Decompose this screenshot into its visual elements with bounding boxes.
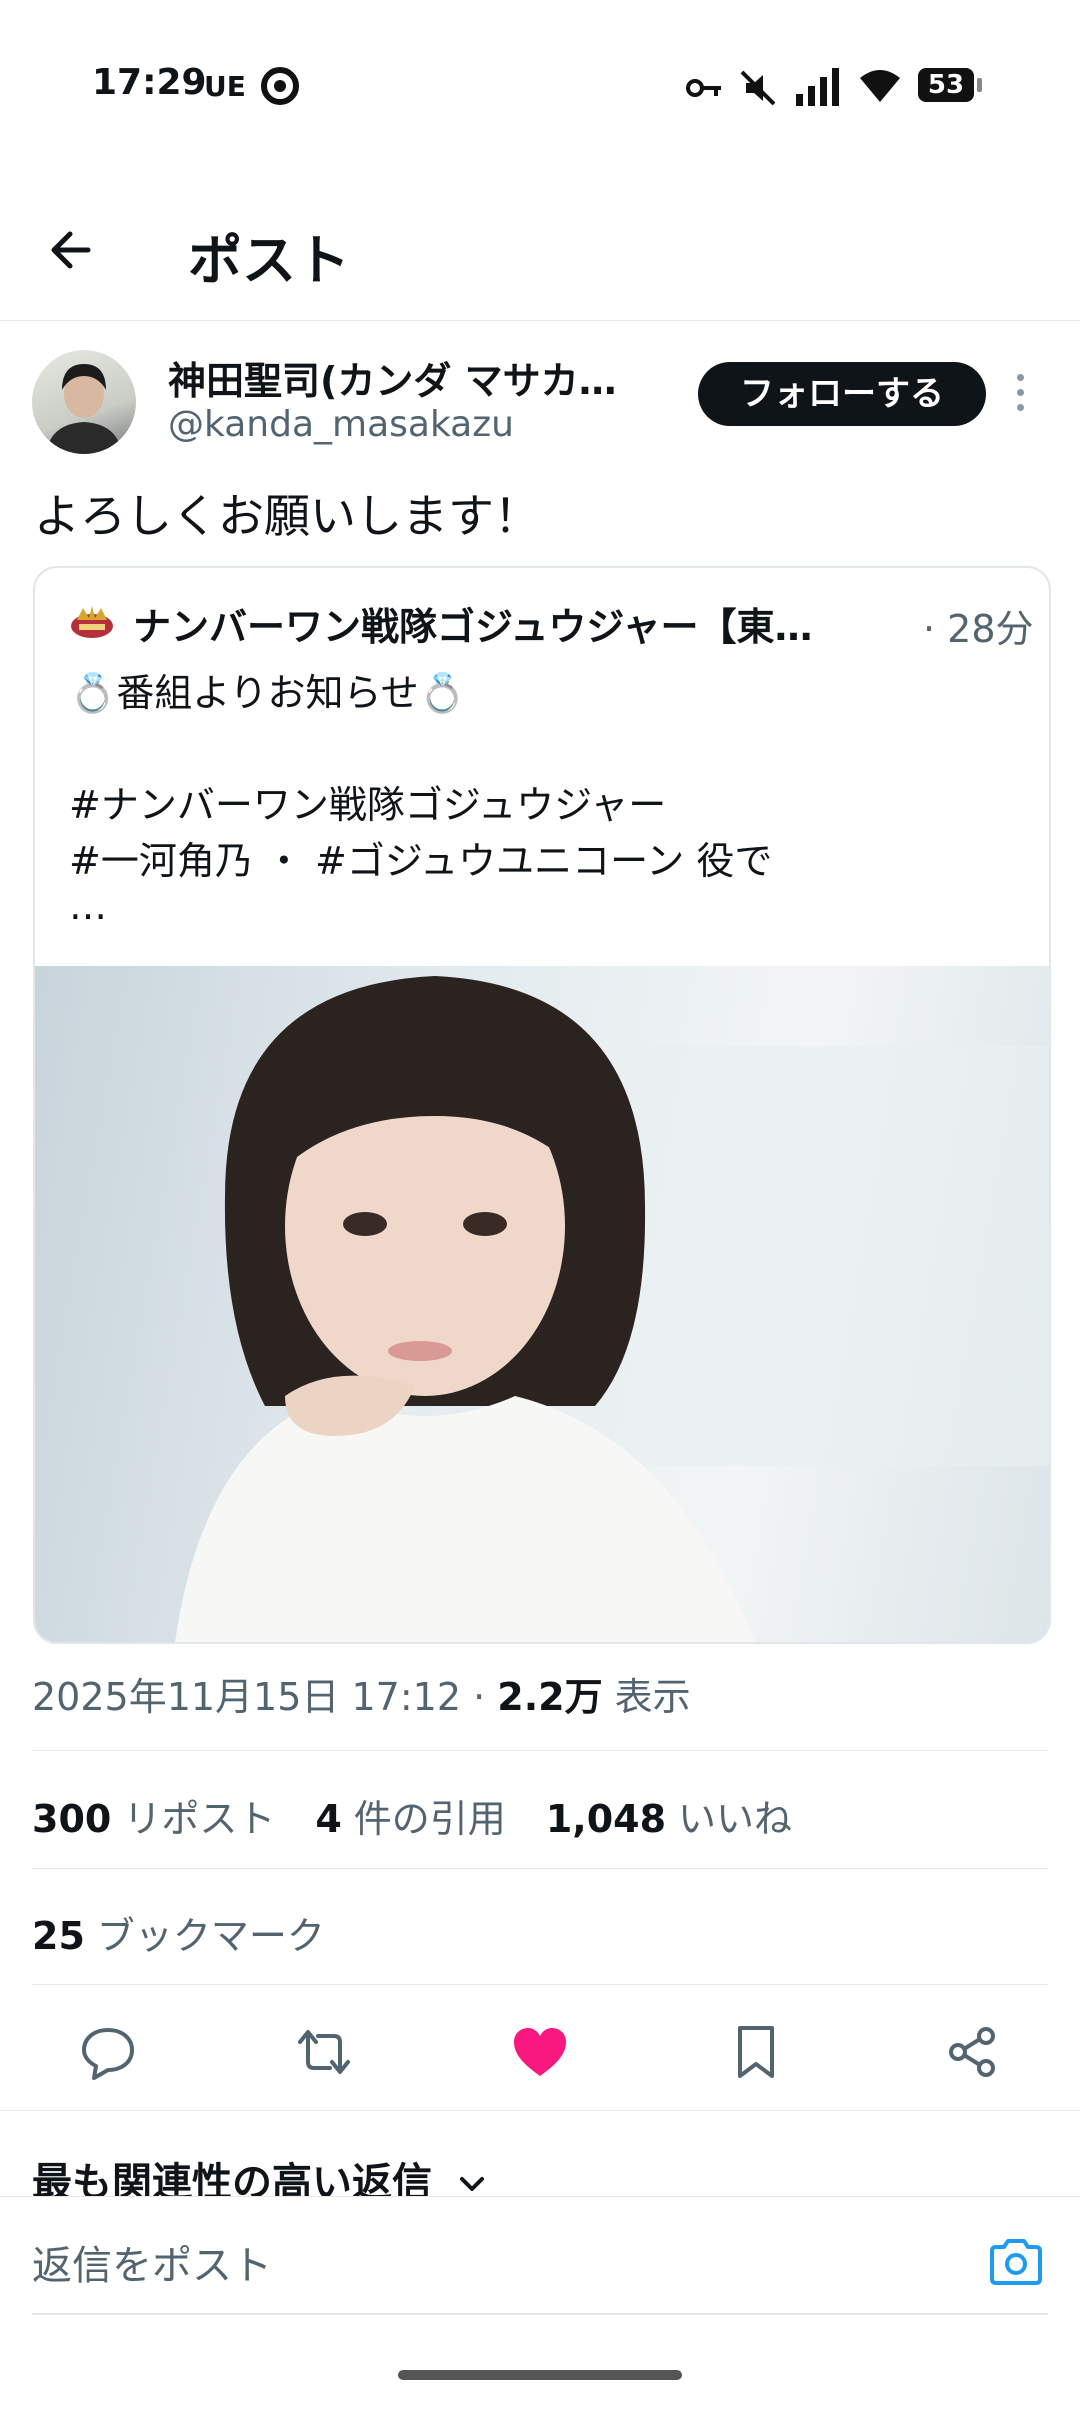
more-options-icon[interactable] <box>1014 374 1026 414</box>
reposts-count: 300 <box>32 1797 112 1841</box>
quoted-post-card[interactable]: ナンバーワン戦隊ゴジュウジャー【東… · 28分 💍番組よりお知らせ💍 #ナンバ… <box>33 566 1051 1644</box>
signal-icon <box>796 68 839 106</box>
reply-icon[interactable] <box>78 2022 138 2082</box>
quoted-text-line: #一河角乃 ・ #ゴジュウユニコーン 役で <box>69 839 773 883</box>
post-datetime: 2025年11月15日 17:12 · <box>32 1675 498 1719</box>
bookmarks-count: 25 <box>32 1914 85 1958</box>
like-heart-icon[interactable] <box>510 2022 570 2082</box>
quoted-author-name: ナンバーワン戦隊ゴジュウジャー【東… <box>133 605 813 649</box>
quoted-text-line: … <box>69 884 107 928</box>
repost-icon[interactable] <box>294 2022 354 2082</box>
page-title: ポスト <box>188 229 350 292</box>
reposts-stat[interactable]: 300 リポスト <box>32 1797 275 1841</box>
divider <box>32 2313 1048 2315</box>
chevron-down-icon <box>459 2177 484 2191</box>
bookmarks-label: ブックマーク <box>96 1914 325 1958</box>
bookmark-icon[interactable] <box>726 2022 786 2082</box>
quoted-text-line: #ナンバーワン戦隊ゴジュウジャー <box>69 783 667 827</box>
post-action-bar <box>0 2000 1080 2111</box>
bookmarks-stat[interactable]: 25 ブックマーク <box>32 1905 325 1960</box>
reply-input[interactable]: 返信をポスト <box>32 2233 272 2291</box>
divider <box>32 1868 1048 1869</box>
quoted-post-time: · 28分 <box>923 607 1034 651</box>
quoted-account-logo-icon <box>71 606 113 638</box>
likes-count: 1,048 <box>545 1797 667 1841</box>
likes-stat[interactable]: 1,048 いいね <box>546 1797 792 1841</box>
post-text: よろしくお願いします！ <box>34 489 540 543</box>
follow-button[interactable]: フォローする <box>698 362 986 426</box>
quoted-post-photo[interactable] <box>35 966 1049 1642</box>
status-time: 17:29 <box>92 62 207 103</box>
avatar-image <box>46 364 122 454</box>
quotes-label: 件の引用 <box>353 1797 506 1841</box>
home-indicator[interactable] <box>398 2370 682 2380</box>
views-count: 2.2万 <box>497 1675 603 1719</box>
engagement-stats: 300 リポスト 4 件の引用 1,048 いいね <box>32 1788 792 1843</box>
battery-indicator: 53 <box>918 68 982 102</box>
back-arrow-icon[interactable] <box>44 222 100 278</box>
reposts-label: リポスト <box>123 1797 276 1841</box>
author-name[interactable]: 神田聖司(カンダ マサカ… <box>168 350 658 405</box>
quotes-count: 4 <box>315 1797 342 1841</box>
status-bar: 17:29 UE 53 <box>0 0 1080 180</box>
likes-label: いいね <box>678 1797 793 1841</box>
quotes-stat[interactable]: 4 件の引用 <box>315 1797 505 1841</box>
divider <box>32 1984 1048 1985</box>
mute-icon <box>740 70 776 106</box>
author-avatar[interactable] <box>32 350 136 454</box>
key-icon <box>686 79 721 97</box>
author-handle[interactable]: @kanda_masakazu <box>168 404 514 445</box>
share-icon[interactable] <box>942 2022 1002 2082</box>
wifi-icon <box>860 70 900 102</box>
portrait-photo-image <box>175 976 1049 1642</box>
top-app-bar: ポスト <box>0 180 1080 321</box>
camera-icon[interactable] <box>988 2237 1044 2287</box>
quoted-text-line: 💍番組よりお知らせ💍 <box>69 671 467 715</box>
divider <box>32 1750 1048 1751</box>
reply-composer: 返信をポスト <box>0 2196 1080 2317</box>
sync-icon <box>261 67 299 105</box>
views-label: 表示 <box>602 1675 691 1719</box>
post-timestamp-views: 2025年11月15日 17:12 · 2.2万 表示 <box>32 1666 691 1721</box>
status-carrier: UE <box>204 70 246 103</box>
